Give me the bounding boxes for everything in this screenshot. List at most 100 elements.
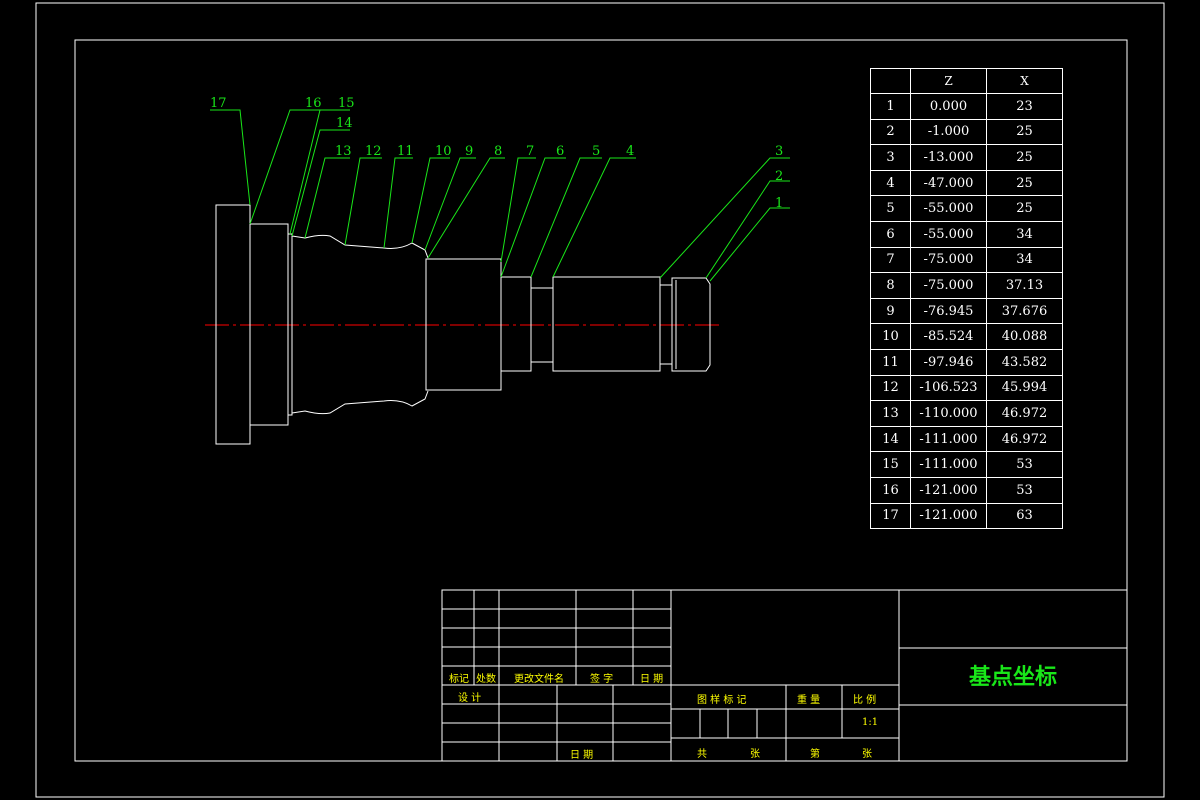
point-label-10: 10 [435,144,452,159]
tb-stage-mark: 图 样 标 记 [697,695,747,706]
cell-x: 45.994 [986,374,1063,402]
point-label-13: 13 [335,144,352,159]
tb-page: 第 [810,749,820,760]
cell-no: 5 [870,195,911,222]
point-label-5: 5 [592,144,601,159]
cell-z: 0.000 [910,93,987,120]
table-row: 6 -55.000 34 [870,220,1063,248]
table-row: 8 -75.000 37.13 [870,272,1063,299]
cell-x: 34 [986,220,1063,248]
cell-z: -121.000 [910,502,987,530]
cell-x: 25 [986,144,1063,171]
cell-z: -97.946 [910,348,987,376]
cell-z: -76.945 [910,297,987,325]
cell-x: 25 [986,169,1063,197]
tb-sheets2: 张 [862,749,872,760]
cell-x: 25 [986,195,1063,222]
table-row: 16 -121.000 53 [870,476,1063,504]
cell-z: -55.000 [910,220,987,248]
point-label-11: 11 [397,144,414,159]
table-row: 14 -111.000 46.972 [870,425,1063,453]
cell-x: 63 [986,502,1063,530]
table-row: 9 -76.945 37.676 [870,297,1063,325]
tb-scale-value: 1:1 [862,717,879,728]
cell-z: -75.000 [910,272,987,299]
cell-x: 46.972 [986,400,1063,427]
point-label-14: 14 [336,116,353,131]
point-label-9: 9 [465,144,474,159]
cell-x: 37.676 [986,297,1063,325]
table-row: 15 -111.000 53 [870,451,1063,478]
table-row: 4 -47.000 25 [870,169,1063,197]
cell-z: -13.000 [910,144,987,171]
cell-x: 34 [986,246,1063,274]
cell-x: 23 [986,93,1063,120]
leader-lines [210,109,790,282]
point-label-8: 8 [494,144,503,159]
table-row: 7 -75.000 34 [870,246,1063,274]
cell-x: 53 [986,451,1063,478]
point-label-2: 2 [775,169,784,184]
cell-no: 2 [870,118,911,146]
point-label-3: 3 [775,144,784,159]
tb-date: 日 期 [640,674,664,685]
tb-weight: 重 量 [797,695,821,706]
table-row: 11 -97.946 43.582 [870,348,1063,376]
table-row: 2 -1.000 25 [870,118,1063,146]
cell-z: -47.000 [910,169,987,197]
cell-x: 46.972 [986,425,1063,453]
cell-no: 8 [870,272,911,299]
cell-no: 15 [870,451,911,478]
tb-design: 设 计 [458,693,482,704]
cell-x: 37.13 [986,272,1063,299]
cell-no: 1 [870,93,911,120]
table-row: 5 -55.000 25 [870,195,1063,222]
tb-total: 共 [697,749,707,760]
point-label-6: 6 [556,144,565,159]
cell-no: 10 [870,323,911,350]
cell-z: -75.000 [910,246,987,274]
cell-z: -55.000 [910,195,987,222]
tb-mark: 标记 [449,674,469,685]
header-no [870,68,911,94]
tb-signature: 签 字 [590,674,614,685]
tb-scale-label: 比 例 [853,695,877,706]
tb-date2: 日 期 [570,750,594,761]
table-row: 1 0.000 23 [870,93,1063,120]
cell-no: 17 [870,502,911,530]
cell-z: -111.000 [910,425,987,453]
cell-z: -111.000 [910,451,987,478]
table-row: 3 -13.000 25 [870,144,1063,171]
cell-no: 11 [870,348,911,376]
header-z: Z [910,68,987,94]
tb-sheets1: 张 [750,749,760,760]
tb-change-doc: 更改文件名 [514,674,564,685]
cell-z: -1.000 [910,118,987,146]
cell-z: -85.524 [910,323,987,350]
cell-no: 4 [870,169,911,197]
point-label-4: 4 [626,144,635,159]
cell-no: 7 [870,246,911,274]
point-label-1: 1 [775,196,784,211]
cell-x: 25 [986,118,1063,146]
cell-z: -121.000 [910,476,987,504]
cell-x: 53 [986,476,1063,504]
table-row: 17 -121.000 63 [870,502,1063,530]
table-row: 10 -85.524 40.088 [870,323,1063,350]
point-label-7: 7 [526,144,535,159]
point-label-15: 15 [338,96,355,111]
cell-no: 14 [870,425,911,453]
header-x: X [986,68,1063,94]
drawing-title: 基点坐标 [968,665,1057,690]
point-label-12: 12 [365,144,382,159]
table-row: 12 -106.523 45.994 [870,374,1063,402]
cell-no: 6 [870,220,911,248]
cell-no: 13 [870,400,911,427]
cell-no: 16 [870,476,911,504]
table-row: 13 -110.000 46.972 [870,400,1063,427]
cell-x: 40.088 [986,323,1063,350]
tb-count: 处数 [476,674,496,685]
cell-z: -110.000 [910,400,987,427]
base-point-coordinate-table: Z X 1 0.000 23 2 -1.000 25 3 -13.000 25 4 -47.000 2… [870,68,1063,530]
cell-no: 9 [870,297,911,325]
